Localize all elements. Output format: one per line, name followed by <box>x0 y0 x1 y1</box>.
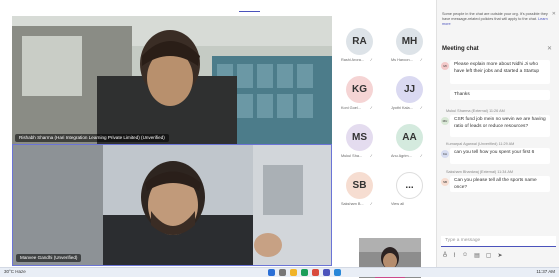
os-taskbar: 30°C Haze 11:37 AM <box>0 267 559 277</box>
participant-grid: RA Rashi Arora... ⁄ MH Ms Haroon... ⁄ KG… <box>337 26 436 216</box>
meeting-window: Rishabh Sharma (Hari Integration Learnin… <box>0 0 559 278</box>
sticker-icon[interactable]: ▢ <box>486 252 492 261</box>
top-bar <box>0 0 436 13</box>
participant-tile[interactable]: RA Rashi Arora... ⁄ <box>337 26 383 70</box>
participant-tile[interactable]: KG Koni Goel... ⁄ <box>337 74 383 118</box>
avatar: KA <box>441 150 449 158</box>
participant-name: Mukul Sha... <box>341 154 363 158</box>
mic-off-icon: ⁄ <box>371 57 372 62</box>
avatar: RA <box>346 28 373 55</box>
participant-tile[interactable]: MS Mukul Sha... ⁄ <box>337 122 383 166</box>
chat-title: Meeting chat <box>442 46 479 52</box>
participant-name: Rashi Arora... <box>341 58 365 62</box>
participant-name-tag: Rishabh Sharma (Hari Integration Learnin… <box>15 134 169 142</box>
mic-off-icon: ⁄ <box>371 201 372 206</box>
avatar: AA <box>396 124 423 151</box>
mail-icon[interactable] <box>334 269 341 276</box>
participant-name-tag: Manvee Gandhi (Unverified) <box>16 254 82 262</box>
mic-off-icon: ⁄ <box>421 57 422 62</box>
participant-tile[interactable]: JJ Jyothi Kala... ⁄ <box>387 74 433 118</box>
avatar: MS <box>346 124 373 151</box>
close-icon[interactable]: ✕ <box>552 11 556 17</box>
participant-tile[interactable]: MH Ms Haroon... ⁄ <box>387 26 433 70</box>
message-author: Mukul Sharma (External) 11:26 AM <box>446 109 505 113</box>
teams-icon[interactable] <box>323 269 330 276</box>
view-all-label: View all <box>391 202 405 206</box>
message-author: Kumarpal Agarwal (Unverified) 11:29 AM <box>446 142 515 146</box>
taskbar-apps <box>268 269 341 276</box>
participant-name: Ms Haroon... <box>391 58 413 62</box>
mic-off-icon: ⁄ <box>421 153 422 158</box>
meeting-chat-panel: Some people in the chat are outside your… <box>436 0 559 267</box>
chat-message: Can you please tell all the sports name … <box>450 176 550 192</box>
clock: 11:37 AM <box>536 269 555 274</box>
search-icon[interactable] <box>279 269 286 276</box>
mic-off-icon: ⁄ <box>371 153 372 158</box>
video-tile-2[interactable]: Manvee Gandhi (Unverified) <box>12 144 332 266</box>
emoji-icon[interactable]: ☺ <box>462 252 468 261</box>
chat-message: can you tell how you spent your first 6 <box>450 148 550 164</box>
chat-message: Thanks <box>450 90 550 100</box>
chat-message: Please explain more about Nidhi Ji who h… <box>450 60 550 84</box>
video-feed-2 <box>13 145 331 265</box>
participant-name: Jyothi Kala... <box>391 106 413 110</box>
browser-icon[interactable] <box>301 269 308 276</box>
avatar: SB <box>441 178 449 186</box>
folder-icon[interactable] <box>290 269 297 276</box>
avatar: MH <box>396 28 423 55</box>
chat-message: CSR fund job mein no wevin we are having… <box>450 115 550 137</box>
video-tile-1[interactable]: Rishabh Sharma (Hari Integration Learnin… <box>12 16 332 145</box>
avatar: JJ <box>396 76 423 103</box>
participant-name: Koni Goel... <box>341 106 361 110</box>
participant-tile[interactable]: SB Saksham B... ⁄ <box>337 170 383 214</box>
view-all-button[interactable]: ... View all <box>387 170 433 214</box>
avatar: MI <box>441 62 449 70</box>
avatar: SB <box>346 172 373 199</box>
attach-icon[interactable]: ⌇ <box>453 252 456 261</box>
app-icon[interactable] <box>312 269 319 276</box>
mic-off-icon: ⁄ <box>371 105 372 110</box>
message-author: Saksham Bhardwaj (External) 11:34 AM <box>446 170 514 174</box>
chat-message-list[interactable]: MI Please explain more about Nidhi Ji wh… <box>437 60 559 230</box>
participant-name: Anu Agrim... <box>391 154 412 158</box>
compose-toolbar: A̲ ⌇ ☺ ▤ ▢ ➤ <box>443 252 555 261</box>
send-icon[interactable]: ➤ <box>497 252 502 261</box>
windows-icon[interactable] <box>268 269 275 276</box>
close-icon[interactable]: ✕ <box>547 45 552 52</box>
participant-name: Saksham B... <box>341 202 364 206</box>
message-input[interactable]: Type a message <box>441 236 556 247</box>
external-org-banner: Some people in the chat are outside your… <box>439 11 558 37</box>
mic-off-icon: ⁄ <box>421 105 422 110</box>
video-stage: Rishabh Sharma (Hari Integration Learnin… <box>0 12 436 278</box>
video-feed-1 <box>12 16 332 145</box>
more-icon: ... <box>396 172 423 199</box>
avatar: KG <box>346 76 373 103</box>
participant-tile[interactable]: AA Anu Agrim... ⁄ <box>387 122 433 166</box>
avatar: MU <box>441 117 449 125</box>
weather-widget[interactable]: 30°C Haze <box>4 269 26 274</box>
format-icon[interactable]: A̲ <box>443 252 447 261</box>
gif-icon[interactable]: ▤ <box>474 252 480 261</box>
banner-text: Some people in the chat are outside your… <box>442 12 548 21</box>
